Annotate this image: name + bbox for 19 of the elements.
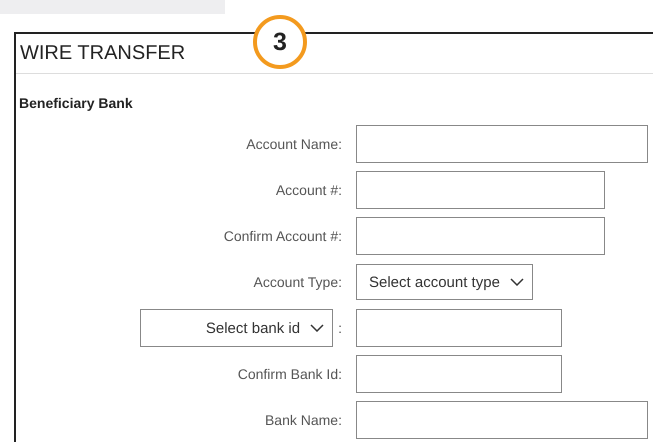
step-badge: 3	[253, 15, 307, 69]
bank-id-select[interactable]: Select bank id	[140, 309, 334, 347]
account-type-select[interactable]: Select account type	[356, 264, 533, 300]
field-label: Bank Name:	[264, 412, 342, 428]
field-label: Confirm Bank Id:	[238, 366, 342, 382]
field-label: :	[338, 320, 342, 336]
field-label: Confirm Account #:	[224, 228, 342, 244]
input-field[interactable]	[356, 171, 605, 209]
section-heading: Beneficiary Bank	[18, 94, 134, 113]
input-field[interactable]	[356, 125, 648, 163]
field-label: Account #:	[276, 182, 342, 198]
chevron-icon	[510, 278, 524, 286]
input-field[interactable]	[356, 217, 605, 255]
input-field[interactable]	[356, 309, 562, 347]
field-label: Account Name:	[246, 136, 342, 152]
field-label: Account Type:	[254, 274, 342, 290]
input-field[interactable]	[356, 401, 648, 439]
chevron-icon	[310, 324, 324, 332]
input-field[interactable]	[356, 355, 562, 393]
